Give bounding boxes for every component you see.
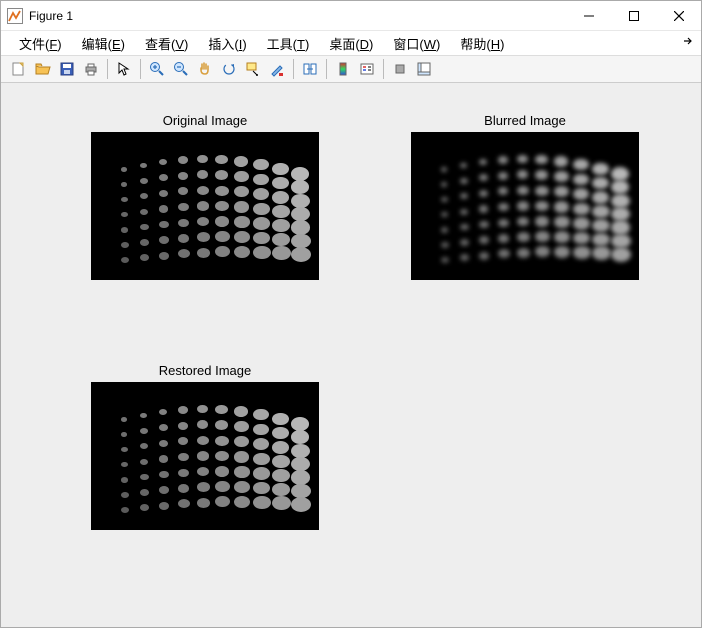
subplot-title: Restored Image: [91, 363, 319, 378]
subplot-title: Original Image: [91, 113, 319, 128]
save-button[interactable]: [55, 57, 79, 81]
separator: [326, 59, 327, 79]
dot-pattern: [121, 412, 301, 512]
menu-edit[interactable]: 编辑(E): [72, 32, 135, 55]
figure-canvas: Original Image Blurred Image Restored Im…: [1, 83, 701, 627]
pan-button[interactable]: [193, 57, 217, 81]
menubar: 文件(F) 编辑(E) 查看(V) 插入(I) 工具(T) 桌面(D) 窗口(W…: [1, 31, 701, 55]
separator: [293, 59, 294, 79]
zoom-in-button[interactable]: [145, 57, 169, 81]
menu-help[interactable]: 帮助(H): [450, 32, 514, 55]
subplot-original: Original Image: [91, 113, 319, 280]
image-restored[interactable]: [91, 382, 319, 530]
menu-view[interactable]: 查看(V): [135, 32, 198, 55]
menu-tools[interactable]: 工具(T): [257, 32, 320, 55]
open-button[interactable]: [31, 57, 55, 81]
zoom-out-button[interactable]: [169, 57, 193, 81]
link-button[interactable]: [298, 57, 322, 81]
menu-desktop[interactable]: 桌面(D): [319, 32, 383, 55]
brush-button[interactable]: [265, 57, 289, 81]
data-cursor-button[interactable]: [241, 57, 265, 81]
menu-insert[interactable]: 插入(I): [198, 32, 256, 55]
legend-button[interactable]: [355, 57, 379, 81]
dot-pattern: [441, 162, 621, 262]
window-title: Figure 1: [29, 9, 566, 23]
image-blurred[interactable]: [411, 132, 639, 280]
hide-plot-tools-button[interactable]: [388, 57, 412, 81]
separator: [140, 59, 141, 79]
separator: [107, 59, 108, 79]
menu-file[interactable]: 文件(F): [9, 32, 72, 55]
rotate-button[interactable]: [217, 57, 241, 81]
toolbar: [1, 55, 701, 83]
maximize-button[interactable]: [611, 1, 656, 30]
close-button[interactable]: [656, 1, 701, 30]
menu-window[interactable]: 窗口(W): [383, 32, 450, 55]
minimize-button[interactable]: [566, 1, 611, 30]
window-controls: [566, 1, 701, 30]
titlebar: Figure 1: [1, 1, 701, 31]
dock-arrow-icon[interactable]: [683, 35, 695, 50]
subplot-restored: Restored Image: [91, 363, 319, 530]
separator: [383, 59, 384, 79]
colorbar-button[interactable]: [331, 57, 355, 81]
new-figure-button[interactable]: [7, 57, 31, 81]
subplot-title: Blurred Image: [411, 113, 639, 128]
subplot-blurred: Blurred Image: [411, 113, 639, 280]
dot-pattern: [121, 162, 301, 262]
print-button[interactable]: [79, 57, 103, 81]
pointer-button[interactable]: [112, 57, 136, 81]
matlab-figure-icon: [7, 8, 23, 24]
show-plot-tools-button[interactable]: [412, 57, 436, 81]
image-original[interactable]: [91, 132, 319, 280]
